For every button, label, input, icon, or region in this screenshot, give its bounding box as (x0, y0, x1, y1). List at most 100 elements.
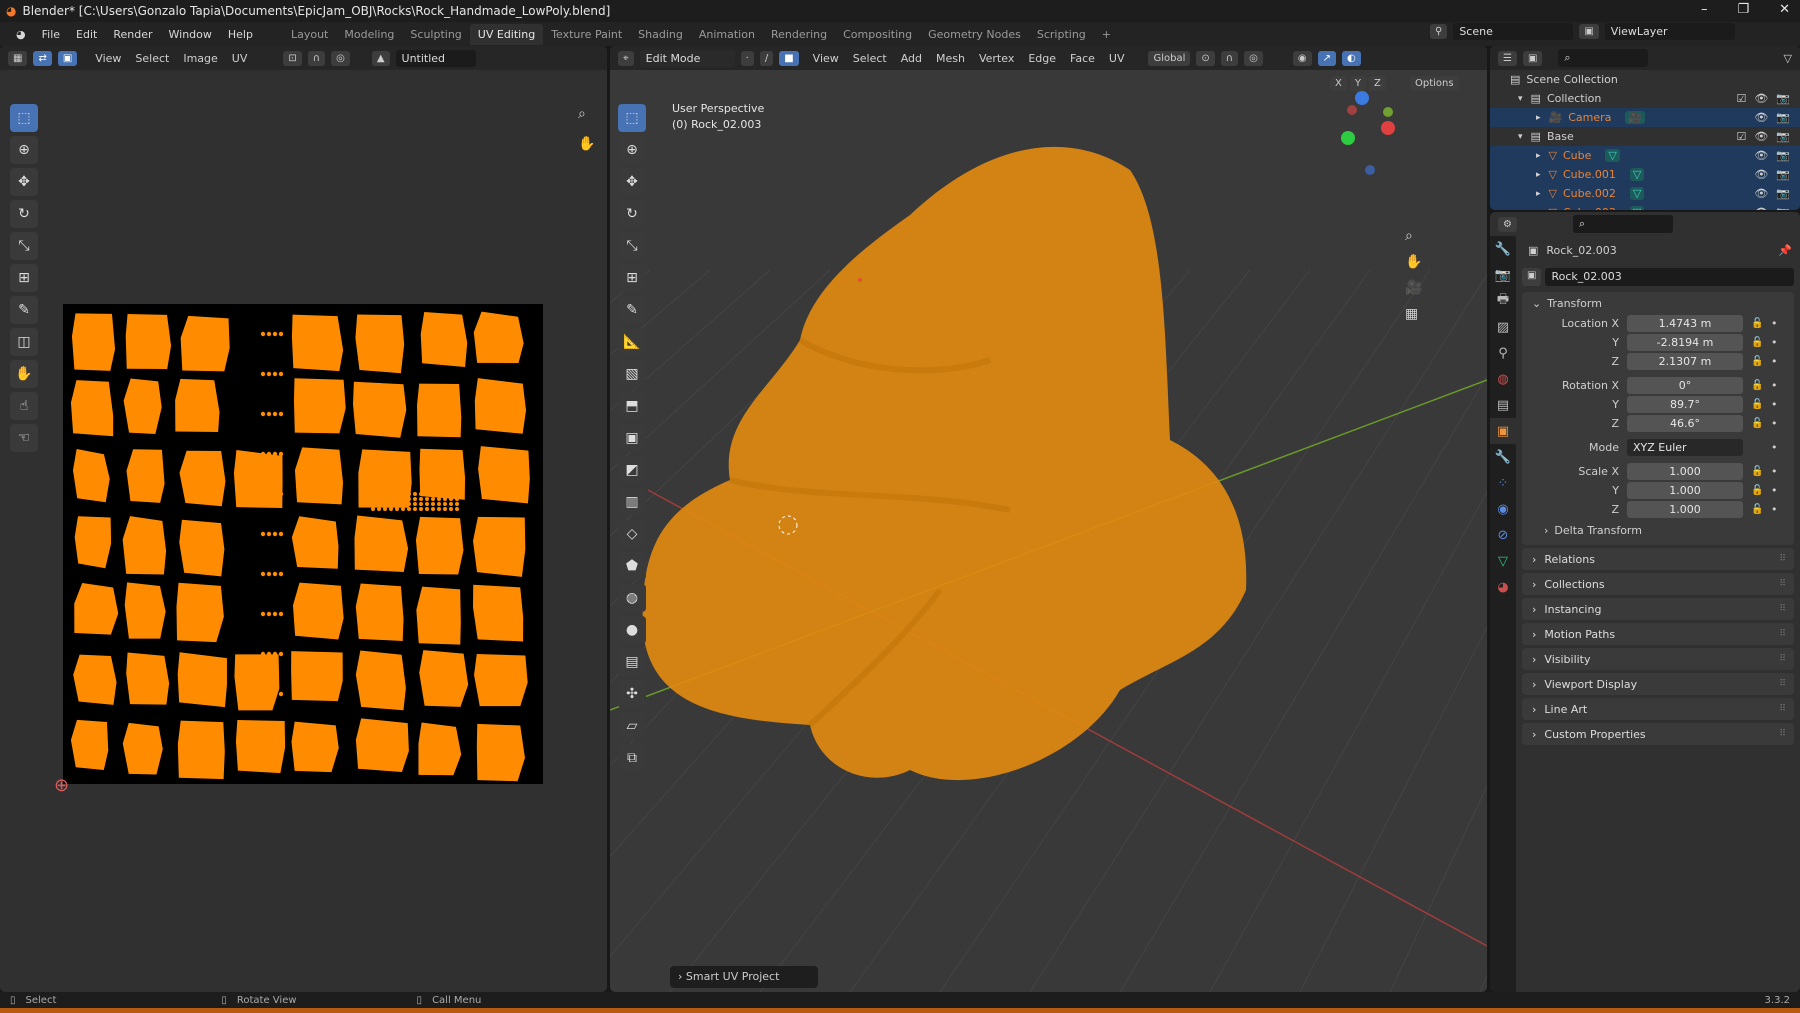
pivot-icon[interactable]: ⊙ (1196, 50, 1215, 66)
property-value-field[interactable]: 1.000 (1627, 481, 1743, 499)
uv-layout[interactable] (63, 304, 543, 784)
render-camera-icon[interactable]: 📷 (1776, 130, 1790, 143)
uv-menu-select[interactable]: Select (135, 52, 169, 65)
properties-search-input[interactable]: ⌕ (1572, 215, 1673, 233)
property-value-field[interactable]: 1.000 (1627, 462, 1743, 480)
mirror-axis-x-button[interactable]: X (1330, 76, 1347, 91)
expand-triangle-icon[interactable]: ▾ (1518, 132, 1523, 142)
loop-cut-tool-icon[interactable]: ▥ (618, 488, 646, 516)
property-value-field[interactable]: 89.7° (1627, 395, 1743, 413)
grab-tool-icon[interactable]: ✋ (10, 360, 38, 388)
outliner-scene-collection[interactable]: ▤ Scene Collection (1490, 70, 1800, 89)
vertex-mode-icon[interactable]: · (740, 50, 754, 66)
lock-icon[interactable]: 🔓 (1751, 318, 1765, 329)
keyframe-dot-icon[interactable]: • (1771, 317, 1778, 330)
uv-menu-view[interactable]: View (95, 52, 121, 65)
outliner-item[interactable]: ▸ ▽ Cube.002 ▽ 👁 📷 (1490, 184, 1800, 203)
select-box-tool-icon[interactable]: ⬚ (10, 104, 38, 132)
viewport-menu-vertex[interactable]: Vertex (979, 52, 1014, 65)
camera-data-icon[interactable]: 🎥 (1625, 111, 1646, 124)
property-value-field[interactable]: 0° (1627, 376, 1743, 394)
checkbox-icon[interactable]: ☑ (1736, 130, 1746, 143)
filter-icon[interactable]: ▽ (1784, 52, 1792, 65)
visibility-icon[interactable]: ◉ (1292, 50, 1312, 66)
render-tab-icon[interactable]: 📷 (1490, 262, 1516, 288)
mesh-data-tab-icon[interactable]: ▽ (1490, 548, 1516, 574)
drag-handle-icon[interactable]: ⠿ (1779, 629, 1786, 639)
transform-tool-icon[interactable]: ⊞ (618, 264, 646, 292)
image-browse-icon[interactable]: ▲ (371, 50, 390, 66)
uv-menu-image[interactable]: Image (183, 52, 217, 65)
gizmo-icon[interactable]: ↗ (1317, 50, 1336, 66)
render-camera-icon[interactable]: 📷 (1776, 187, 1790, 200)
checkbox-icon[interactable]: ☑ (1736, 92, 1746, 105)
constraints-tab-icon[interactable]: ⊘ (1490, 522, 1516, 548)
tab-animation[interactable]: Animation (691, 24, 763, 45)
edge-mode-icon[interactable]: / (759, 50, 774, 66)
vertex-select-icon[interactable]: ▣ (57, 50, 78, 66)
tab-layout[interactable]: Layout (283, 24, 336, 45)
collection-tab-icon[interactable]: ▤ (1490, 392, 1516, 418)
proportional-icon[interactable]: ◎ (331, 50, 350, 66)
pin-icon[interactable]: 📌 (1778, 244, 1792, 257)
property-value-field[interactable]: 1.4743 m (1627, 314, 1743, 332)
pan-view-icon[interactable]: ✋ (1405, 254, 1422, 270)
menu-file[interactable]: File (34, 28, 68, 41)
mirror-axis-y-button[interactable]: Y (1349, 76, 1366, 91)
mode-dropdown[interactable]: Edit Mode (639, 49, 735, 67)
expand-triangle-icon[interactable]: ▾ (1518, 94, 1523, 104)
measure-tool-icon[interactable]: 📐 (618, 328, 646, 356)
modifier-tab-icon[interactable]: 🔧 (1490, 444, 1516, 470)
rip-region-tool-icon[interactable]: ⧉ (618, 744, 646, 772)
view-layer-tab-icon[interactable]: ▨ (1490, 314, 1516, 340)
viewport-menu-select[interactable]: Select (853, 52, 887, 65)
panel-motion-paths[interactable]: › Motion Paths ⠿ (1522, 623, 1794, 645)
lock-icon[interactable]: 🔓 (1751, 399, 1765, 410)
pinch-tool-icon[interactable]: ☜ (10, 424, 38, 452)
drag-handle-icon[interactable]: ⠿ (1779, 729, 1786, 739)
display-mode-icon[interactable]: ☰ (1498, 50, 1517, 66)
viewport-menu-mesh[interactable]: Mesh (936, 52, 965, 65)
render-camera-icon[interactable]: 📷 (1776, 92, 1790, 105)
shrink-fatten-tool-icon[interactable]: ✣ (618, 680, 646, 708)
mirror-axis-z-button[interactable]: Z (1368, 76, 1386, 91)
tab-sculpting[interactable]: Sculpting (402, 24, 469, 45)
3d-viewport[interactable]: ⌖ Edit Mode · / ■ View Select Add Mesh Verte… (610, 46, 1487, 992)
overlay-icon[interactable]: ◐ (1341, 50, 1361, 66)
tab--[interactable]: + (1094, 24, 1119, 45)
uv-menu-uv[interactable]: UV (232, 52, 248, 65)
render-camera-icon[interactable]: 📷 (1776, 168, 1790, 181)
uv-sync-icon[interactable]: ⇄ (33, 50, 52, 66)
tab-texture-paint[interactable]: Texture Paint (543, 24, 630, 45)
property-value-field[interactable]: 1.000 (1627, 500, 1743, 518)
scale-tool-icon[interactable]: ⤡ (10, 232, 38, 260)
panel-relations[interactable]: › Relations ⠿ (1522, 548, 1794, 570)
zoom-view-icon[interactable]: ⌕ (578, 106, 586, 122)
scale-tool-icon[interactable]: ⤡ (618, 232, 646, 260)
camera-view-icon[interactable]: 🎥 (1405, 280, 1422, 296)
rotate-tool-icon[interactable]: ↻ (618, 200, 646, 228)
tab-modeling[interactable]: Modeling (336, 24, 402, 45)
snap-icon[interactable]: ∩ (307, 50, 326, 66)
drag-handle-icon[interactable]: ⠿ (1779, 554, 1786, 564)
menu-edit[interactable]: Edit (68, 28, 105, 41)
view-layer-icon[interactable]: ▣ (1579, 24, 1599, 39)
scene-icon[interactable]: ⚲ (1430, 24, 1448, 39)
tab-shading[interactable]: Shading (630, 24, 691, 45)
knife-tool-icon[interactable]: ◇ (618, 520, 646, 548)
smooth-tool-icon[interactable]: ● (618, 616, 646, 644)
tab-uv-editing[interactable]: UV Editing (469, 23, 544, 45)
lock-icon[interactable]: 🔓 (1751, 380, 1765, 391)
cursor-tool-icon[interactable]: ⊕ (618, 136, 646, 164)
outliner-item[interactable]: ▾ ▤ Base ☑ 👁 📷 (1490, 127, 1800, 146)
property-value-field[interactable]: 2.1307 m (1627, 352, 1743, 370)
world-tab-icon[interactable]: ◍ (1490, 366, 1516, 392)
proportional-icon[interactable]: ◎ (1244, 50, 1263, 66)
edge-slide-tool-icon[interactable]: ▤ (618, 648, 646, 676)
outliner-item[interactable]: ▸ ▽ Cube.001 ▽ 👁 📷 (1490, 165, 1800, 184)
lock-icon[interactable]: 🔓 (1751, 504, 1765, 515)
zoom-view-icon[interactable]: ⌕ (1405, 228, 1413, 244)
rotate-tool-icon[interactable]: ↻ (10, 200, 38, 228)
keyframe-dot-icon[interactable]: • (1771, 503, 1778, 516)
outliner-search-input[interactable]: ⌕ (1558, 49, 1649, 67)
